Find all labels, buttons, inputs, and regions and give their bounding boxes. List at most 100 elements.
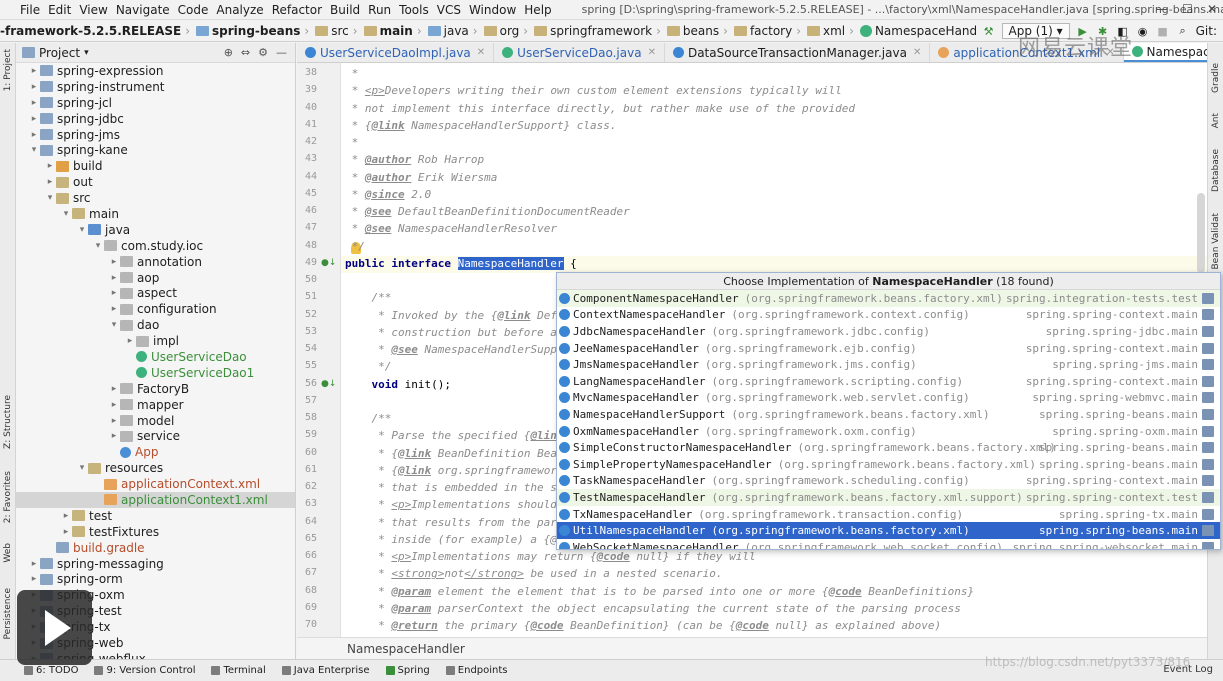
tree-item[interactable]: UserServiceDao1 (16, 365, 295, 381)
crumb-project[interactable]: -framework-5.2.5.RELEASE › (0, 24, 196, 38)
spring-tool-button[interactable]: Spring (378, 665, 438, 676)
implementation-item[interactable]: WebSocketNamespaceHandler (org.springfram… (557, 539, 1220, 549)
tree-item[interactable]: ▸ spring-messaging (16, 556, 295, 572)
stop-icon[interactable]: ■ (1156, 24, 1170, 38)
locate-icon[interactable]: ⊕ (224, 46, 233, 59)
implementation-item[interactable]: ContextNamespaceHandler (org.springframew… (557, 307, 1220, 324)
chevron-right-icon[interactable]: ▸ (28, 98, 40, 108)
gradle-tool-window-button[interactable]: Gradle (1211, 63, 1221, 93)
tree-item[interactable]: ▸ annotation (16, 254, 295, 270)
crumb-beans[interactable]: beans › (666, 24, 734, 38)
implementation-item[interactable]: JmsNamespaceHandler (org.springframework.… (557, 356, 1220, 373)
crumb-src[interactable]: src › (315, 24, 363, 38)
implementation-item[interactable]: ComponentNamespaceHandler (org.springfram… (557, 290, 1220, 307)
chevron-right-icon[interactable]: ▸ (28, 574, 40, 584)
chevron-right-icon[interactable]: ▸ (28, 114, 40, 124)
tree-item[interactable]: ▾ main (16, 206, 295, 222)
chevron-right-icon[interactable]: ▸ (28, 82, 40, 92)
editor-tab[interactable]: UserServiceDaoImpl.java ✕ (297, 43, 495, 62)
implementation-item[interactable]: JeeNamespaceHandler (org.springframework.… (557, 340, 1220, 357)
chevron-down-icon[interactable]: ▾ (108, 320, 120, 330)
chevron-down-icon[interactable]: ▾ (76, 463, 88, 473)
tree-item[interactable]: applicationContext.xml (16, 476, 295, 492)
chevron-right-icon[interactable]: ▸ (108, 431, 120, 441)
crumb-main[interactable]: main › (363, 24, 428, 38)
chevron-right-icon[interactable]: ▸ (44, 161, 56, 171)
menu-edit[interactable]: Edit (44, 3, 75, 17)
structure-tool-window-button[interactable]: Z: Structure (3, 395, 13, 449)
tree-item[interactable]: applicationContext1.xml (16, 492, 295, 508)
tree-item[interactable]: ▾ dao (16, 317, 295, 333)
tree-item[interactable]: ▾ resources (16, 460, 295, 476)
tree-item[interactable]: App (16, 444, 295, 460)
crumb-module[interactable]: spring-beans › (196, 24, 315, 38)
editor-tab[interactable]: UserServiceDao.java ✕ (494, 43, 665, 62)
menu-navigate[interactable]: Navigate (112, 3, 174, 17)
chevron-down-icon[interactable]: ▾ (76, 225, 88, 235)
editor-tab[interactable]: NamespaceHandler.java✕ (1123, 43, 1207, 62)
crumb-factory[interactable]: factory › (733, 24, 807, 38)
version-control-tool-button[interactable]: 9: Version Control (86, 665, 203, 676)
close-button[interactable]: ✕ (1207, 2, 1217, 16)
chevron-right-icon[interactable]: ▸ (108, 288, 120, 298)
implementation-item[interactable]: JdbcNamespaceHandler (org.springframework… (557, 323, 1220, 340)
menu-analyze[interactable]: Analyze (212, 3, 267, 17)
favorites-tool-window-button[interactable]: 2: Favorites (3, 471, 13, 523)
implementation-item[interactable]: SimplePropertyNamespaceHandler (org.sprin… (557, 456, 1220, 473)
tree-item[interactable]: ▸ spring-jcl (16, 95, 295, 111)
implementation-item[interactable]: TaskNamespaceHandler (org.springframework… (557, 473, 1220, 490)
tree-item[interactable]: ▸ spring-jdbc (16, 111, 295, 127)
web-tool-window-button[interactable]: Web (3, 543, 13, 563)
implementation-item[interactable]: TestNamespaceHandler (org.springframework… (557, 489, 1220, 506)
chevron-down-icon[interactable]: ▾ (92, 241, 104, 251)
chevron-right-icon[interactable]: ▸ (28, 559, 40, 569)
collapse-icon[interactable]: ⇔ (241, 46, 250, 59)
chevron-down-icon[interactable]: ▾ (28, 145, 40, 155)
close-tab-icon[interactable]: ✕ (648, 47, 656, 58)
build-hammer-icon[interactable]: ⚒ (982, 24, 996, 38)
tree-item[interactable]: ▾ spring-kane (16, 142, 295, 158)
project-view-select[interactable]: Project (39, 46, 80, 60)
editor-tab[interactable]: DataSourceTransactionManager.java ✕ (665, 43, 931, 62)
menu-refactor[interactable]: Refactor (268, 3, 326, 17)
menu-window[interactable]: Window (465, 3, 520, 17)
crumb-xml[interactable]: xml › (807, 24, 860, 38)
database-tool-window-button[interactable]: Database (1211, 149, 1221, 192)
chevron-right-icon[interactable]: ▸ (108, 384, 120, 394)
tree-item[interactable]: ▸ build (16, 158, 295, 174)
chevron-right-icon[interactable]: ▸ (28, 130, 40, 140)
menu-build[interactable]: Build (326, 3, 364, 17)
chevron-down-icon[interactable]: ▾ (44, 193, 56, 203)
implemented-marker-icon[interactable]: ●↓ (321, 379, 336, 389)
tree-item[interactable]: ▾ src (16, 190, 295, 206)
chevron-right-icon[interactable]: ▸ (108, 304, 120, 314)
persistence-tool-window-button[interactable]: Persistence (3, 588, 13, 639)
tree-item[interactable]: ▸ testFixtures (16, 524, 295, 540)
hide-icon[interactable]: — (276, 46, 287, 59)
java-enterprise-tool-button[interactable]: Java Enterprise (274, 665, 378, 676)
tree-item[interactable]: ▸ aspect (16, 285, 295, 301)
ant-tool-window-button[interactable]: Ant (1211, 113, 1221, 128)
tree-item[interactable]: ▸ aop (16, 270, 295, 286)
tree-item[interactable]: ▾ com.study.ioc (16, 238, 295, 254)
menu-code[interactable]: Code (174, 3, 213, 17)
video-play-button[interactable] (17, 590, 92, 665)
tree-item[interactable]: ▸ spring-jms (16, 127, 295, 143)
crumb-java[interactable]: java › (427, 24, 484, 38)
chevron-down-icon[interactable]: ▾ (60, 209, 72, 219)
project-tool-window-button[interactable]: 1: Project (3, 49, 13, 91)
implementation-item[interactable]: TxNamespaceHandler (org.springframework.t… (557, 506, 1220, 523)
chevron-right-icon[interactable]: ▸ (124, 336, 136, 346)
menu-view[interactable]: View (75, 3, 111, 17)
tree-item[interactable]: ▸ service (16, 428, 295, 444)
implementation-item[interactable]: OxmNamespaceHandler (org.springframework.… (557, 423, 1220, 440)
crumb-org[interactable]: org › (483, 24, 535, 38)
crumb-springframework[interactable]: springframework › (534, 24, 667, 38)
breadcrumb-namespacehandler[interactable]: NamespaceHandler (347, 642, 465, 656)
implementation-item[interactable]: LangNamespaceHandler (org.springframework… (557, 373, 1220, 390)
minimize-button[interactable]: — (1156, 2, 1168, 16)
chevron-right-icon[interactable]: ▸ (108, 416, 120, 426)
maximize-button[interactable]: ☐ (1182, 2, 1193, 16)
bean-validation-tool-window-button[interactable]: Bean Validat (1211, 213, 1221, 270)
gear-icon[interactable]: ⚙ (258, 46, 268, 59)
